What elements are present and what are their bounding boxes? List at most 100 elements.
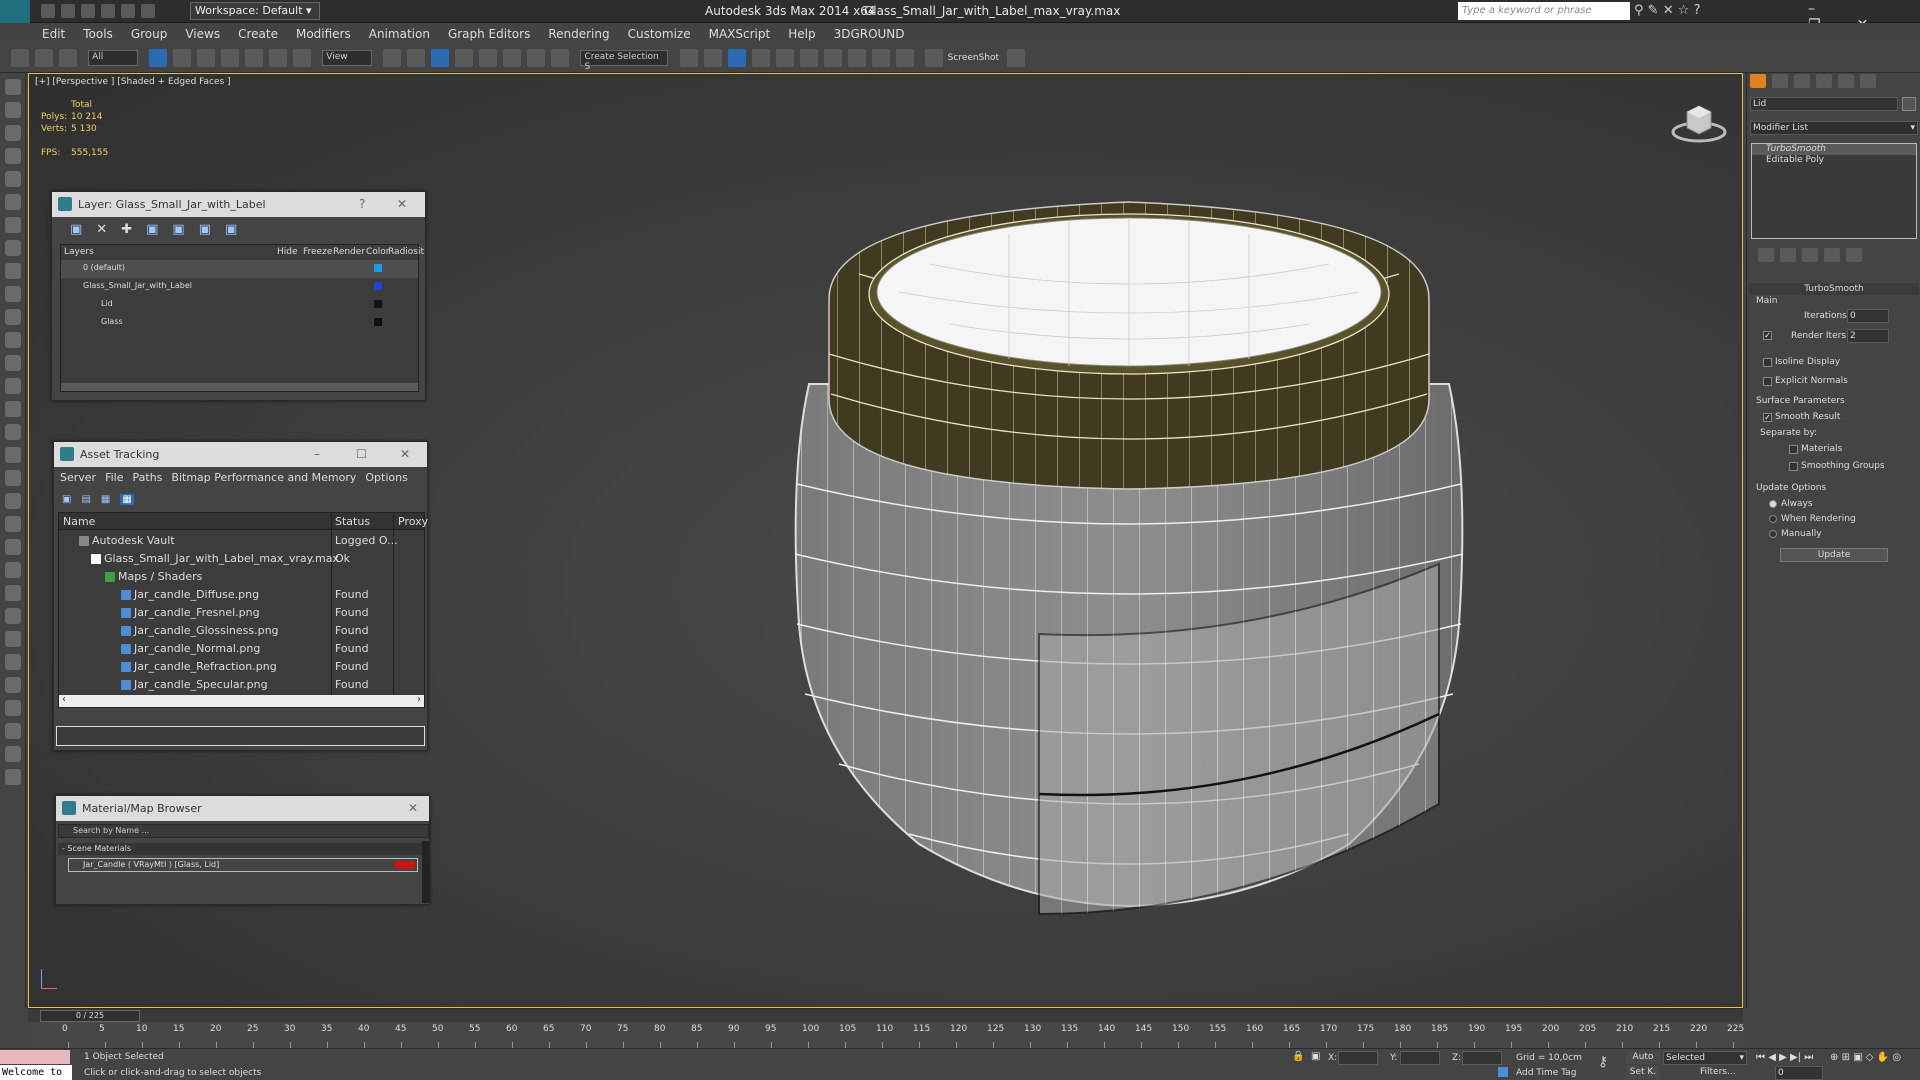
link-icon[interactable] [11, 49, 29, 67]
percent-snap-icon[interactable] [503, 49, 522, 67]
project-icon[interactable] [141, 4, 155, 18]
field-of-view-icon[interactable]: ◇ [1866, 1052, 1874, 1063]
rect-selection-icon[interactable] [197, 49, 216, 67]
tool-icon[interactable] [5, 378, 21, 394]
table-icon[interactable]: ▦ [101, 494, 110, 505]
star-icon[interactable]: ☆ [1678, 3, 1690, 18]
explicit-normals-checkbox[interactable] [1763, 377, 1772, 386]
modify-tab[interactable] [1772, 74, 1788, 88]
scrollbar[interactable] [61, 383, 418, 391]
object-name-field[interactable]: Lid [1750, 97, 1898, 111]
render-iters-input[interactable]: 2 [1847, 329, 1889, 343]
hide-all-icon[interactable]: ▣ [199, 222, 211, 237]
menu-maxscript[interactable]: MAXScript [709, 27, 771, 41]
redo-icon[interactable] [121, 4, 135, 18]
zoom-all-icon[interactable]: ⊞ [1842, 1052, 1850, 1063]
select-by-name-icon[interactable] [173, 49, 192, 67]
iterations-input[interactable]: 0 [1847, 309, 1889, 323]
col-status[interactable]: Status [335, 515, 370, 528]
z-coord-input[interactable] [1462, 1051, 1502, 1065]
tool-icon[interactable] [5, 608, 21, 624]
menu-create[interactable]: Create [238, 27, 278, 41]
help-icon[interactable] [5, 769, 21, 785]
keyboard-shortcut-icon[interactable] [431, 49, 450, 67]
viewcube[interactable] [1669, 96, 1729, 146]
next-frame-icon[interactable]: ▶| [1790, 1052, 1801, 1063]
minimize-button[interactable]: – [314, 442, 320, 467]
color-swatch[interactable] [374, 264, 382, 272]
menu-rendering[interactable]: Rendering [548, 27, 609, 41]
selection-filter-dropdown[interactable]: All [88, 50, 139, 66]
color-swatch[interactable] [374, 282, 382, 290]
add-time-tag[interactable]: Add Time Tag [1516, 1068, 1576, 1078]
list-icon[interactable]: ▤ [81, 494, 90, 505]
help-icon[interactable]: ? [1694, 3, 1701, 18]
help-button[interactable]: ? [359, 192, 365, 217]
turbosmooth-rollout-header[interactable]: TurboSmooth [1749, 283, 1919, 295]
tool-icon[interactable] [5, 746, 21, 762]
move-icon[interactable] [245, 49, 264, 67]
asset-panel-header[interactable]: Asset Tracking – ☐ ✕ [54, 442, 427, 467]
highlight-layer-icon[interactable]: ▣ [172, 222, 184, 237]
material-search-input[interactable]: Search by Name ... [58, 824, 429, 838]
render-icon[interactable] [895, 49, 914, 67]
tool-icon[interactable] [5, 240, 21, 256]
schematic-icon[interactable] [799, 49, 818, 67]
smoothing-groups-checkbox[interactable] [1789, 462, 1798, 471]
ribbon-icon[interactable] [751, 49, 770, 67]
auto-key-button[interactable]: Auto [1626, 1051, 1660, 1064]
create-tab[interactable] [1750, 74, 1766, 88]
menu-server[interactable]: Server [60, 471, 96, 484]
tool-icon[interactable] [5, 286, 21, 302]
asset-path-field[interactable] [56, 726, 425, 746]
x-coord-input[interactable] [1338, 1051, 1378, 1065]
utilities-tab[interactable] [1860, 74, 1876, 88]
motion-tab[interactable] [1816, 74, 1832, 88]
close-button[interactable]: ✕ [397, 192, 407, 217]
table-row[interactable]: Maps / Shaders [105, 570, 202, 583]
new-icon[interactable] [41, 4, 55, 18]
vertical-scrollbar[interactable] [422, 841, 429, 903]
tool-icon[interactable] [5, 171, 21, 187]
delete-layer-icon[interactable]: ✕ [96, 222, 107, 237]
snaps-icon[interactable] [455, 49, 474, 67]
tool-icon[interactable] [5, 677, 21, 693]
unlink-icon[interactable] [35, 49, 53, 67]
exchange-icon[interactable]: ✕ [1663, 3, 1674, 18]
tool-icon[interactable] [5, 447, 21, 463]
tool-icon[interactable] [5, 723, 21, 739]
object-color-swatch[interactable] [1902, 97, 1916, 111]
tool-icon[interactable] [5, 125, 21, 141]
menu-bitmap[interactable]: Bitmap Performance and Memory [171, 471, 356, 484]
col-color[interactable]: Color [366, 247, 390, 257]
tool-icon[interactable] [5, 493, 21, 509]
tool-icon[interactable] [5, 539, 21, 555]
table-row[interactable]: Jar_candle_Glossiness.png [121, 624, 279, 637]
color-swatch[interactable] [374, 300, 382, 308]
tool-icon[interactable] [5, 401, 21, 417]
col-render[interactable]: Render [333, 247, 365, 257]
tool-icon[interactable] [5, 631, 21, 647]
tool-icon[interactable] [5, 516, 21, 532]
zoom-icon[interactable]: ⊕ [1830, 1052, 1838, 1063]
rendered-frame-icon[interactable] [871, 49, 890, 67]
go-to-end-icon[interactable]: ⏭ [1804, 1052, 1813, 1063]
menu-options[interactable]: Options [365, 471, 407, 484]
tool-icon[interactable] [5, 562, 21, 578]
bind-spacewarp-icon[interactable] [59, 49, 77, 67]
tool-icon[interactable] [5, 424, 21, 440]
materials-checkbox[interactable] [1789, 445, 1798, 454]
teapot-icon[interactable] [1007, 49, 1026, 67]
make-unique-icon[interactable] [1802, 248, 1818, 262]
hierarchy-tab[interactable] [1794, 74, 1810, 88]
scale-icon[interactable] [293, 49, 312, 67]
menu-paths[interactable]: Paths [133, 471, 163, 484]
y-coord-input[interactable] [1400, 1051, 1440, 1065]
tool-icon[interactable] [5, 585, 21, 601]
menu-views[interactable]: Views [185, 27, 220, 41]
maxscript-listener[interactable] [0, 1050, 70, 1064]
tool-icon[interactable] [5, 217, 21, 233]
table-row[interactable]: Jar_candle_Diffuse.png [121, 588, 259, 601]
table-row[interactable]: Autodesk Vault [79, 534, 175, 547]
close-button[interactable]: ✕ [400, 442, 410, 467]
